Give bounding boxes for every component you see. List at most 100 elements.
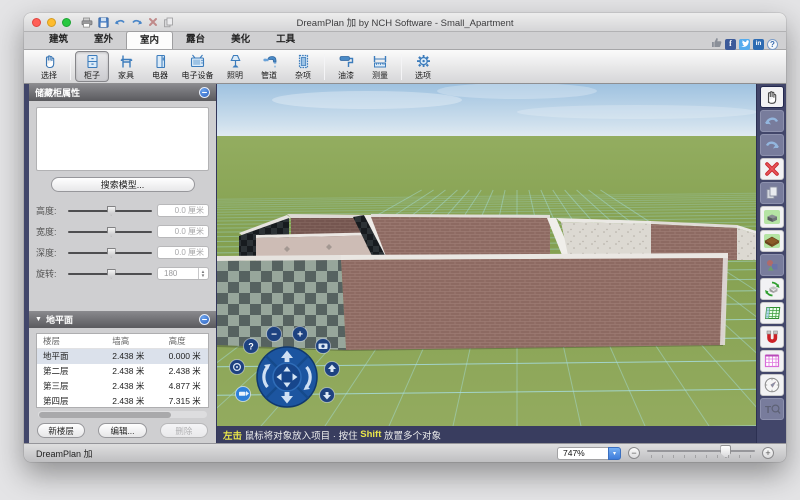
height-slider[interactable] [68,206,152,216]
nav-orbit-button[interactable] [230,360,245,375]
minimize-button[interactable] [47,18,56,27]
delete-object-button[interactable] [760,158,784,180]
camera-nav-widget[interactable]: ? − + [223,325,355,429]
tool-select[interactable]: 选择 [32,51,66,82]
like-icon[interactable] [711,35,722,53]
tool-electronics[interactable]: 电子设备 [177,51,218,82]
collapse-arrow-icon[interactable]: ▼ [35,316,42,323]
width-slider[interactable] [68,227,152,237]
middle-back-brick-wall[interactable] [371,217,550,260]
depth-slider[interactable] [68,248,152,258]
compass-button[interactable] [760,374,784,396]
status-shift-key: Shift [360,429,381,440]
rotation-slider-thumb[interactable] [107,269,116,279]
3d-viewport[interactable]: ? − + [217,84,756,443]
nav-camera-button[interactable] [316,339,331,354]
twitter-icon[interactable] [739,39,750,50]
tab-tools[interactable]: 工具 [263,31,308,49]
rotation-stepper[interactable]: ▲▼ [198,268,207,279]
search-model-button[interactable]: 搜索模型... [51,177,195,192]
facebook-icon[interactable]: f [725,39,736,50]
table-row-floor4[interactable]: 第四层 2.438 米 7.315 米 [37,394,208,408]
delete-icon[interactable] [148,17,158,27]
dimension-sliders: 高度: 0.0 厘米 宽度: 0.0 厘米 深度: 0.0 厘米 旋转: [29,198,216,284]
depth-field[interactable]: 0.0 厘米 [157,246,209,259]
rotation-field[interactable]: 180▲▼ [157,267,209,280]
linkedin-icon[interactable]: in [753,39,764,50]
tool-lighting[interactable]: 照明 [218,51,252,82]
undo-button [760,110,784,132]
nav-ring[interactable] [257,347,317,407]
tab-indoor[interactable]: 室内 [126,31,173,49]
edit-floor-button[interactable]: 编辑... [98,423,146,438]
rotate-object-button[interactable] [760,278,784,300]
svg-text:?: ? [248,342,254,352]
wall-mode-button[interactable] [760,206,784,228]
show-grid-button[interactable] [760,302,784,324]
zoom-slider-thumb[interactable] [720,445,731,458]
new-floor-button[interactable]: 新楼层 [37,423,85,438]
width-slider-thumb[interactable] [107,227,116,237]
table-row-floor3[interactable]: 第三层 2.438 米 4.877 米 [37,379,208,394]
tab-landscaping[interactable]: 美化 [218,31,263,49]
svg-text:+: + [297,330,303,341]
width-field[interactable]: 0.0 厘米 [157,225,209,238]
tab-outdoor[interactable]: 室外 [81,31,126,49]
snap-magnet-button[interactable] [760,326,784,348]
nav-move-up-button[interactable] [325,362,340,377]
tab-deck[interactable]: 露台 [173,31,218,49]
nav-zoom-in-button[interactable]: + [293,327,308,342]
tool-cabinets[interactable]: 柜子 [75,51,109,82]
table-row-floor2[interactable]: 第二层 2.438 米 2.438 米 [37,364,208,379]
tool-appliances-label: 电器 [152,70,168,81]
app-window: DreamPlan 加 by NCH Software - Small_Apar… [24,13,786,462]
tab-building[interactable]: 建筑 [36,31,81,49]
tool-plumbing[interactable]: 管道 [252,51,286,82]
rotation-slider[interactable] [68,269,152,279]
floor-mode-button[interactable] [760,230,784,252]
help-icon[interactable]: ? [767,39,778,50]
toolbar-separator [401,54,402,80]
cabinet-icon [85,53,100,69]
nav-move-down-button[interactable] [320,388,335,403]
zoom-out-button[interactable]: − [628,447,640,459]
tool-furniture[interactable]: 家具 [109,51,143,82]
front-wall-trim[interactable] [217,255,341,261]
save-icon[interactable] [98,17,109,28]
floors-table-hscrollbar[interactable] [38,411,207,418]
close-button[interactable] [32,18,41,27]
undo-icon[interactable] [114,17,126,28]
tool-paint[interactable]: 油漆 [329,51,363,82]
nav-help-button[interactable]: ? [244,339,259,354]
copy-icon[interactable] [163,17,174,28]
tool-options[interactable]: 选项 [406,51,440,82]
collapse-properties-button[interactable] [199,87,210,98]
redo-button [760,134,784,156]
front-brick-wall[interactable] [341,258,728,350]
height-slider-thumb[interactable] [107,206,116,216]
nav-camera-swap-button[interactable] [236,387,251,402]
width-label: 宽度: [36,225,63,238]
tool-measure[interactable]: 测量 [363,51,397,82]
redo-icon[interactable] [131,17,143,28]
floors-header: ▼地平面 [29,311,216,328]
zoom-dropdown-button[interactable]: ▾ [608,447,621,460]
tool-misc[interactable]: 杂项 [286,51,320,82]
tool-appliances[interactable]: 电器 [143,51,177,82]
objects-mode-button [760,254,784,276]
zoom-in-button[interactable]: + [762,447,774,459]
zoom-value[interactable]: 747% [557,447,608,460]
ribbon-tabs: 建筑 室外 室内 露台 美化 工具 f in ? [24,32,786,50]
paint-roller-icon [338,53,354,69]
depth-slider-thumb[interactable] [107,248,116,258]
print-icon[interactable] [81,17,93,28]
zoom-combobox[interactable]: 747% ▾ [557,447,621,460]
table-row-ground[interactable]: 地平面 2.438 米 0.000 米 [37,349,208,364]
pan-tool-button[interactable] [760,86,784,108]
zoom-slider[interactable] [647,445,755,461]
measure-grid-button[interactable] [760,350,784,372]
collapse-floors-button[interactable] [199,314,210,325]
zoom-button[interactable] [62,18,71,27]
height-field[interactable]: 0.0 厘米 [157,204,209,217]
nav-zoom-out-button[interactable]: − [267,327,282,342]
